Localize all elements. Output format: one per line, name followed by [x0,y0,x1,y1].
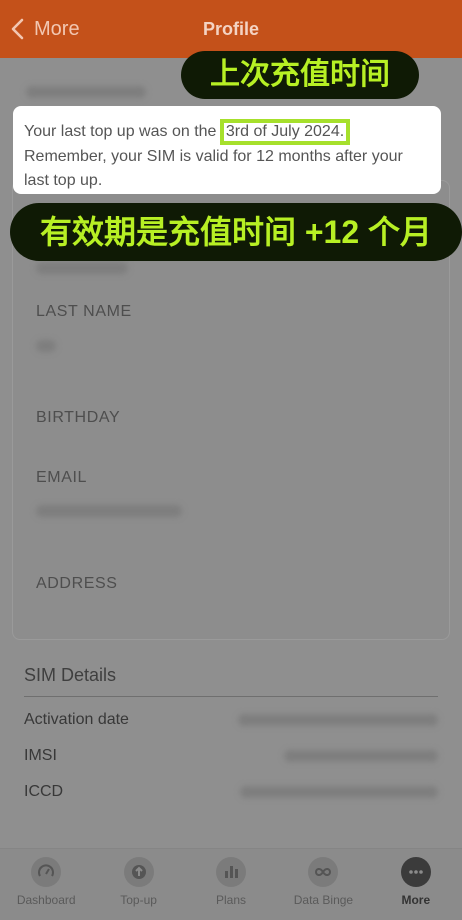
nav-label: More [401,893,431,907]
address-label: ADDRESS [36,575,118,592]
imsi-label: IMSI [24,747,57,764]
blurred-imsi [284,750,438,762]
notice-text-before: Your last top up was on the [24,123,221,140]
annotation-last-top-up-time: 上次充值时间 [181,51,419,99]
more-dots-icon [400,857,431,887]
bottom-nav: Dashboard Top-up Plans Data Binge More [0,848,462,920]
activation-date-label: Activation date [24,711,129,728]
top-up-date-highlight: 3rd of July 2024. [219,119,351,145]
blurred-activation-date [238,714,438,726]
blurred-text [26,86,146,98]
nav-label: Top-up [120,893,157,907]
topup-icon [123,857,154,887]
speedometer-icon [31,857,62,887]
sim-details-title: SIM Details [24,665,117,685]
page-title: Profile [202,19,259,39]
blurred-first-name [36,262,128,274]
annotation-validity-period: 有效期是充值时间 +12 个月 [10,203,462,261]
nav-more[interactable]: More [370,849,462,920]
nav-label: Data Binge [293,893,354,907]
blurred-email [36,505,182,517]
nav-plans[interactable]: Plans [185,849,277,920]
nav-topup[interactable]: Top-up [92,849,184,920]
infinity-icon [308,857,339,887]
notice-text-after: Remember, your SIM is valid for 12 month… [24,148,403,189]
nav-data-binge[interactable]: Data Binge [277,849,369,920]
nav-label: Plans [216,893,247,907]
sim-divider [24,696,438,697]
nav-label: Dashboard [16,893,76,907]
blurred-iccd [240,786,438,798]
last-top-up-notice: Your last top up was on the 3rd of July … [13,106,441,194]
nav-dashboard[interactable]: Dashboard [0,849,92,920]
email-label: EMAIL [36,469,88,486]
last-name-label: LAST NAME [36,303,132,320]
bar-chart-icon [216,857,247,887]
app-header: More Profile [0,0,462,58]
iccd-label: ICCD [24,783,64,800]
blurred-last-name [36,340,56,352]
birthday-label: BIRTHDAY [36,409,121,426]
